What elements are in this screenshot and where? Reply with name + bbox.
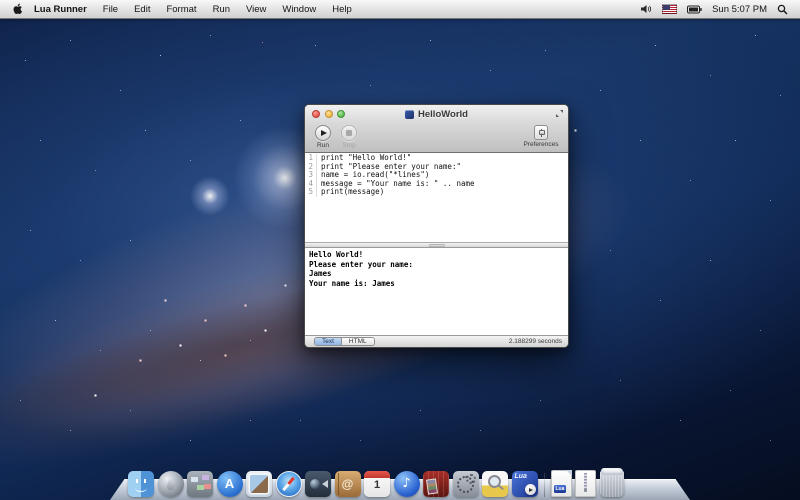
- code-text: print(message): [317, 188, 384, 197]
- line-number: 5: [305, 188, 317, 197]
- dock-ical-icon[interactable]: 1: [364, 471, 390, 497]
- dock-finder-icon[interactable]: [128, 471, 154, 497]
- lua-runner-glyph: Lua: [515, 473, 527, 480]
- document-proxy-icon: [405, 110, 414, 119]
- dock-itunes-icon[interactable]: [394, 471, 420, 497]
- elapsed-time: 2.188299 seconds: [509, 338, 562, 345]
- output-mode-segmented-control: TextHTML: [314, 337, 375, 346]
- dock-launchpad-icon[interactable]: [158, 471, 184, 497]
- output-line: James: [309, 269, 564, 279]
- apple-menu[interactable]: [8, 0, 29, 19]
- output-area[interactable]: Hello World!Please enter your name:James…: [305, 248, 568, 335]
- fullscreen-icon[interactable]: [555, 109, 564, 118]
- output-line: Your name is: James: [309, 279, 564, 289]
- code-line: 5print(message): [305, 188, 568, 197]
- status-bar: TextHTML 2.188299 seconds: [305, 335, 568, 347]
- run-icon: [315, 125, 331, 141]
- menu-format[interactable]: Format: [158, 4, 204, 15]
- dock-facetime-icon[interactable]: [305, 471, 331, 497]
- code-editor[interactable]: 1print "Hello World!"2print "Please ente…: [305, 153, 568, 242]
- dock-system-preferences-icon[interactable]: [453, 471, 479, 497]
- ical-glyph: 1: [364, 479, 390, 492]
- dock-photo-booth-icon[interactable]: [423, 471, 449, 497]
- menu-bar: Lua RunnerFileEditFormatRunViewWindowHel…: [0, 0, 800, 19]
- window-title: HelloWorld: [418, 109, 468, 120]
- preferences-button[interactable]: Preferences: [520, 125, 562, 148]
- run-label: Run: [317, 142, 329, 149]
- dock-mail-icon[interactable]: [246, 471, 272, 497]
- input-source-flag-us[interactable]: [662, 4, 677, 14]
- volume-icon[interactable]: [640, 4, 652, 14]
- dock-separator: [544, 473, 545, 497]
- title-bar[interactable]: HelloWorld: [305, 105, 568, 123]
- desktop: Lua RunnerFileEditFormatRunViewWindowHel…: [0, 0, 800, 500]
- battery-icon[interactable]: [687, 5, 702, 14]
- run-button[interactable]: Run: [311, 125, 335, 149]
- dock-lua-runner-icon[interactable]: Lua: [512, 471, 538, 497]
- segment-text[interactable]: Text: [315, 338, 342, 345]
- dock: 1 Lua Lua: [0, 464, 800, 500]
- zoom-button[interactable]: [337, 110, 345, 118]
- window-controls: [312, 110, 345, 118]
- stop-icon: [341, 125, 357, 141]
- splitter-dimple: [429, 244, 445, 247]
- menu-run[interactable]: Run: [205, 4, 238, 15]
- preferences-icon: [534, 125, 548, 140]
- dock-zip-archive-icon[interactable]: [575, 470, 596, 497]
- apple-icon: [12, 3, 23, 16]
- minimize-button[interactable]: [325, 110, 333, 118]
- title-wrap: HelloWorld: [405, 109, 468, 120]
- menu-items: Lua RunnerFileEditFormatRunViewWindowHel…: [29, 0, 360, 19]
- menu-file[interactable]: File: [95, 4, 126, 15]
- menu-extras: Sun 5:07 PM: [640, 4, 792, 15]
- menu-edit[interactable]: Edit: [126, 4, 158, 15]
- dock-trash-icon[interactable]: [600, 471, 624, 497]
- dock-safari-icon[interactable]: [276, 471, 302, 497]
- output-line: Please enter your name:: [309, 260, 564, 270]
- menu-help[interactable]: Help: [324, 4, 360, 15]
- menu-view[interactable]: View: [238, 4, 274, 15]
- menu-clock[interactable]: Sun 5:07 PM: [712, 4, 767, 15]
- stop-button[interactable]: Stop: [337, 125, 361, 149]
- dock-icons: 1 Lua Lua: [128, 470, 624, 497]
- helloworld-window: HelloWorld Run Stop Preferences 1print "…: [304, 104, 569, 348]
- toolbar: Run Stop Preferences: [305, 123, 568, 153]
- menu-window[interactable]: Window: [274, 4, 324, 15]
- splitter[interactable]: [305, 242, 568, 248]
- stop-label: Stop: [342, 142, 355, 149]
- dock-mission-control-icon[interactable]: [187, 471, 213, 497]
- close-button[interactable]: [312, 110, 320, 118]
- dock-address-book-icon[interactable]: [335, 471, 361, 497]
- menu-lua-runner[interactable]: Lua Runner: [29, 4, 95, 15]
- dock-app-store-icon[interactable]: [217, 471, 243, 497]
- output-line: Hello World!: [309, 250, 564, 260]
- dock-lua-document-icon[interactable]: Lua: [551, 470, 572, 497]
- dock-search-utility-icon[interactable]: [482, 471, 508, 497]
- lua-document-glyph: Lua: [554, 485, 567, 493]
- spotlight-icon[interactable]: [777, 4, 788, 15]
- preferences-label: Preferences: [523, 141, 558, 148]
- segment-html[interactable]: HTML: [342, 338, 374, 345]
